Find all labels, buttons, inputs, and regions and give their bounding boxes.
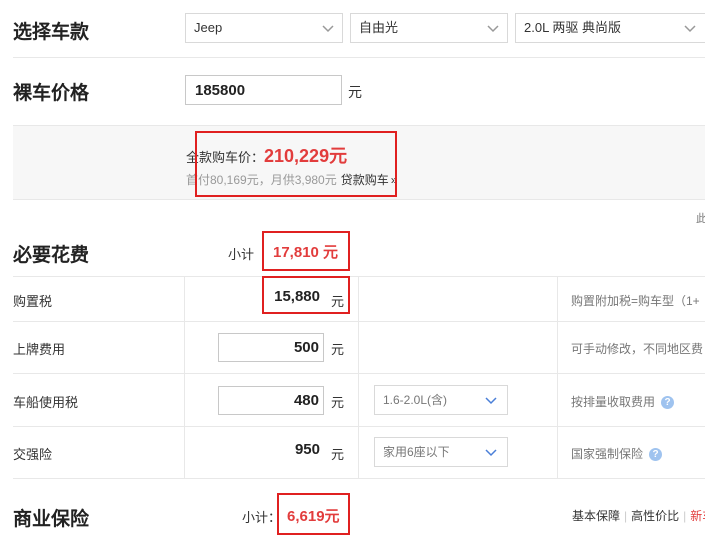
vehicle-tax-unit: 元 xyxy=(331,395,345,410)
divider xyxy=(13,321,705,322)
chevron-down-icon xyxy=(684,25,696,33)
bare-price-input[interactable] xyxy=(185,75,342,105)
divider xyxy=(13,478,705,479)
chevron-down-icon xyxy=(485,397,497,405)
vehicle-tax-note-wrap: 按排量收取费用? xyxy=(571,393,675,410)
commercial-subtotal-label: 小计： xyxy=(242,510,282,525)
registration-fee-unit: 元 xyxy=(331,342,345,357)
required-subtotal-label: 小计 xyxy=(228,247,255,262)
highlight-box-purchase-tax xyxy=(262,276,350,314)
tab-high-value[interactable]: 高性价比 xyxy=(631,509,679,523)
tab-separator: | xyxy=(624,509,628,523)
seat-type-select[interactable]: 家用6座以下 xyxy=(374,437,508,467)
displacement-select[interactable]: 1.6-2.0L(含) xyxy=(374,385,508,415)
bare-price-unit: 元 xyxy=(348,84,362,100)
registration-fee-input[interactable] xyxy=(218,333,324,362)
tab-separator: | xyxy=(683,509,687,523)
row-label-compulsory-insurance: 交强险 xyxy=(13,447,53,462)
bare-price-title: 裸车价格 xyxy=(13,83,90,104)
help-icon[interactable]: ? xyxy=(649,448,663,462)
row-label-vehicle-tax: 车船使用税 xyxy=(13,395,79,410)
select-model-title: 选择车款 xyxy=(13,22,90,43)
series-select[interactable]: 自由光 xyxy=(350,13,508,43)
divider xyxy=(13,373,705,374)
commercial-insurance-title: 商业保险 xyxy=(13,509,90,530)
highlight-box-required-subtotal xyxy=(262,231,350,271)
divider xyxy=(13,57,705,58)
divider xyxy=(13,426,705,427)
row-label-purchase-tax: 购置税 xyxy=(13,294,53,309)
chevron-down-icon xyxy=(487,25,499,33)
row-label-registration-fee: 上牌费用 xyxy=(13,342,66,357)
vehicle-tax-note: 按排量收取费用 xyxy=(571,395,656,409)
version-select[interactable]: 2.0L 两驱 典尚版 xyxy=(515,13,705,43)
brand-select-value: Jeep xyxy=(194,20,223,35)
tab-basic-protection[interactable]: 基本保障 xyxy=(572,509,620,523)
registration-fee-note: 可手动修改，不同地区费 xyxy=(571,342,704,356)
compulsory-insurance-note: 国家强制保险 xyxy=(571,447,644,461)
column-divider xyxy=(358,276,359,478)
column-divider xyxy=(557,276,558,478)
required-fees-title: 必要花费 xyxy=(13,245,90,266)
brand-select[interactable]: Jeep xyxy=(185,13,343,43)
divider xyxy=(13,276,705,277)
tab-new-car[interactable]: 新车 xyxy=(690,509,705,523)
chevron-down-icon xyxy=(322,25,334,33)
column-divider xyxy=(184,276,185,478)
purchase-tax-note: 购置附加税=购车型（1+ xyxy=(571,294,700,308)
help-icon[interactable]: ? xyxy=(661,396,675,410)
highlight-box-commercial-subtotal xyxy=(277,493,350,535)
displacement-select-value: 1.6-2.0L(含) xyxy=(383,393,448,407)
series-select-value: 自由光 xyxy=(359,20,399,35)
vehicle-tax-input[interactable] xyxy=(218,386,324,415)
compulsory-insurance-note-wrap: 国家强制保险? xyxy=(571,445,663,462)
compulsory-insurance-unit: 元 xyxy=(331,447,345,462)
chevron-down-icon xyxy=(485,449,497,457)
compulsory-insurance-value: 950 xyxy=(294,441,320,458)
cut-off-text: 此 xyxy=(696,213,705,225)
highlight-box-total xyxy=(195,131,397,197)
insurance-plan-tabs: 基本保障|高性价比|新车 xyxy=(572,507,705,524)
seat-type-select-value: 家用6座以下 xyxy=(383,445,450,459)
version-select-value: 2.0L 两驱 典尚版 xyxy=(524,20,622,35)
